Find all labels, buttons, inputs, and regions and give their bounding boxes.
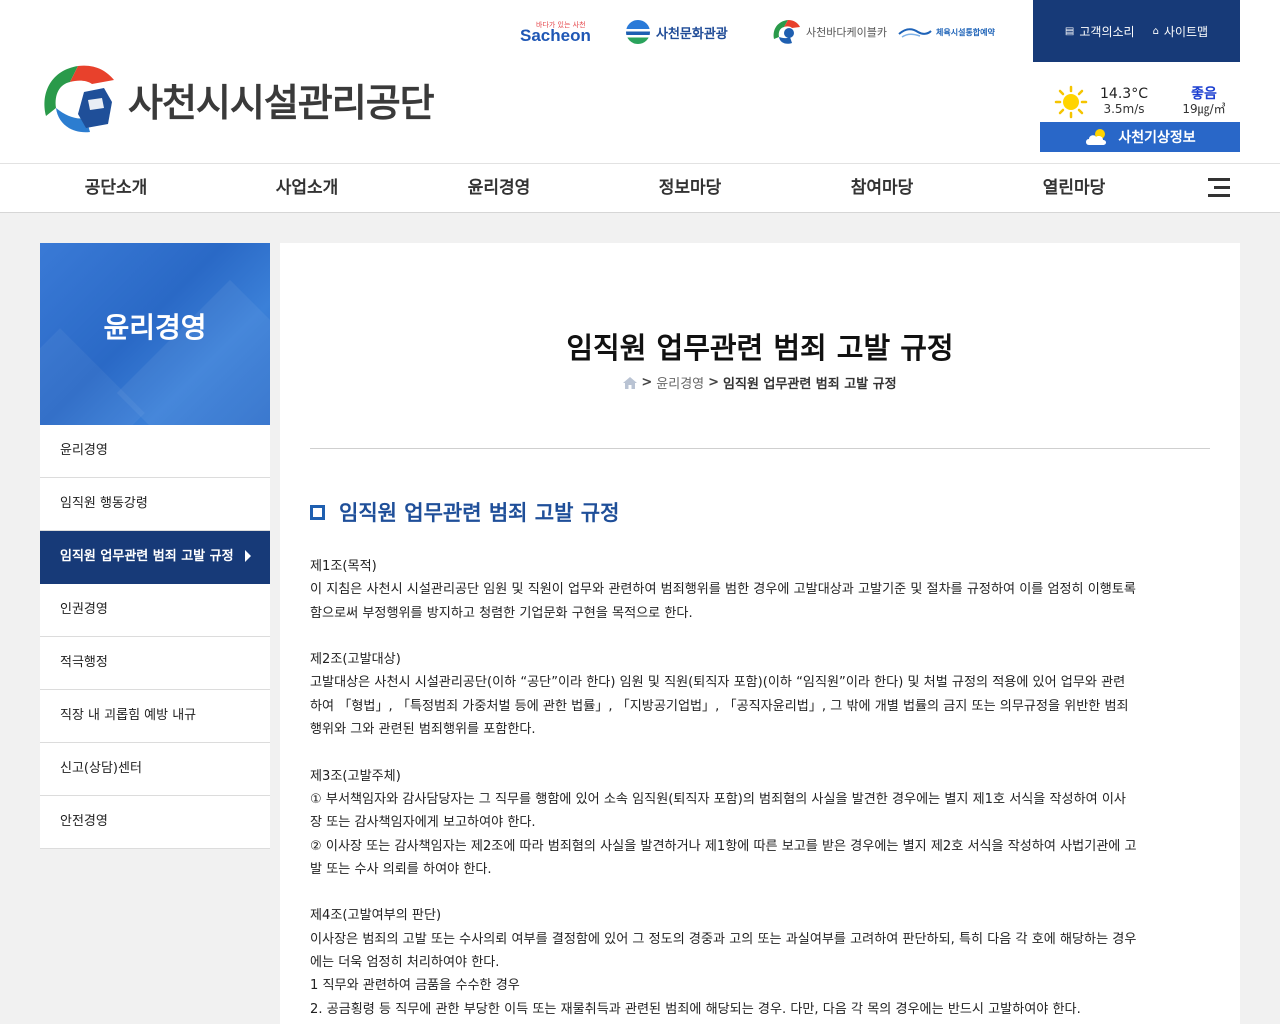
- nav-item-business[interactable]: 사업소개: [227, 164, 387, 212]
- nav-item-about[interactable]: 공단소개: [36, 164, 196, 212]
- section-title: 임직원 업무관련 범죄 고발 규정: [339, 501, 620, 525]
- article-2-line: 고발대상은 사천시 시설관리공단(이하 “공단”이라 한다) 임원 및 직원(퇴…: [310, 675, 1126, 691]
- breadcrumb-parent[interactable]: 윤리경영: [656, 373, 704, 392]
- sitemap-link[interactable]: ⌂ 사이트맵: [1153, 23, 1209, 40]
- wave-icon: [898, 28, 932, 38]
- sidebar-item-safety[interactable]: 안전경영: [40, 796, 270, 849]
- article-1-title: 제1조(목적): [310, 559, 377, 574]
- article-4-line: 에는 더욱 엄정히 처리하여야 한다.: [310, 955, 500, 971]
- sidebar-item-ethics[interactable]: 윤리경영: [40, 425, 270, 478]
- home-icon: ⌂: [1152, 25, 1159, 37]
- sidebar-item-harassment-prevention[interactable]: 직장 내 괴롭힘 예방 내규: [40, 690, 270, 743]
- page-title: 임직원 업무관련 범죄 고발 규정: [566, 331, 954, 365]
- wind-speed: 3.5m/s: [1103, 102, 1145, 116]
- logo-mark-icon: [44, 65, 114, 133]
- article-2-line: 하여 「형법」, 「특정범죄 가중처벌 등에 관한 법률」, 「지방공기업법」,…: [310, 698, 1129, 714]
- sun-icon: [1054, 85, 1088, 119]
- air-quality-value: 19㎍/㎥: [1182, 102, 1226, 116]
- article-3-line: ② 이사장 또는 감사책임자는 제2조에 따라 범죄혐의 사실을 발견하거나 제…: [310, 838, 1137, 854]
- hamburger-menu-icon[interactable]: [1208, 178, 1230, 198]
- sidebar-item-code-of-conduct[interactable]: 임직원 행동강령: [40, 478, 270, 531]
- article-3-line: ① 부서책임자와 감사담당자는 그 직무를 행함에 있어 소속 임직원(퇴직자 …: [310, 791, 1126, 807]
- sidebar-item-label: 임직원 업무관련 범죄 고발 규정: [60, 549, 234, 564]
- sidebar-item-proactive-admin[interactable]: 적극행정: [40, 637, 270, 690]
- nav-item-open[interactable]: 열린마당: [994, 164, 1154, 212]
- caret-right-icon: [245, 550, 251, 562]
- culture-tourism-label: 사천문화관광: [656, 26, 728, 42]
- temperature: 14.3°C: [1100, 86, 1148, 102]
- section-heading: 임직원 업무관련 범죄 고발 규정: [310, 497, 619, 527]
- breadcrumb: > 윤리경영 > 임직원 업무관련 범죄 고발 규정: [280, 373, 1240, 392]
- article-3-line: 발 또는 수사 의뢰를 하여야 한다.: [310, 861, 492, 877]
- family-site-links: 바다가 있는 사천 Sacheon 사천문화관광 사천바다케이블카 체육시설통합…: [520, 14, 1002, 50]
- site-logo[interactable]: 사천시시설관리공단: [40, 62, 435, 136]
- article-4-line: 2. 공금횡령 등 직무에 관한 부당한 이득 또는 재물취득과 관련된 범죄에…: [310, 1001, 1081, 1017]
- weather-info-label: 사천기상정보: [1118, 130, 1196, 146]
- utility-bar: ▤ 고객의소리 ⌂ 사이트맵: [1033, 0, 1240, 62]
- culture-tourism-icon: [626, 20, 650, 44]
- regulation-text: 제1조(목적) 이 지침은 사천시 시설관리공단 임원 및 직원이 업무와 관련…: [310, 555, 1215, 1021]
- document-icon: ▤: [1064, 25, 1075, 37]
- breadcrumb-current: 임직원 업무관련 범죄 고발 규정: [723, 377, 897, 392]
- sports-booking-label: 체육시설통합예약: [936, 27, 995, 37]
- cable-car-link[interactable]: 사천바다케이블카: [770, 14, 898, 50]
- air-quality-grade: 좋음: [1191, 86, 1217, 102]
- sidebar-item-crime-report-rules[interactable]: 임직원 업무관련 범죄 고발 규정: [40, 531, 270, 584]
- weather-info-button[interactable]: 사천기상정보: [1040, 122, 1240, 152]
- article-4-line: 이사장은 범죄의 고발 또는 수사의뢰 여부를 결정함에 있어 그 정도의 경중…: [310, 931, 1137, 947]
- sports-booking-link[interactable]: 체육시설통합예약: [898, 14, 1002, 50]
- article-1-line: 함으로써 부정행위를 방지하고 청렴한 기업문화 구현을 목적으로 한다.: [310, 605, 693, 621]
- weather-widget: 14.3°C 3.5m/s 좋음 19㎍/㎥ 사천기상정보: [1040, 84, 1240, 152]
- breadcrumb-separator: >: [708, 375, 720, 390]
- sidebar-title: 윤리경영: [103, 311, 207, 344]
- main-navigation: 공단소개 사업소개 윤리경영 정보마당 참여마당 열린마당: [0, 163, 1280, 213]
- sidebar-item-human-rights[interactable]: 인권경영: [40, 584, 270, 637]
- square-bullet-icon: [310, 504, 325, 520]
- sitemap-label: 사이트맵: [1163, 24, 1209, 39]
- nav-item-ethics[interactable]: 윤리경영: [419, 164, 579, 212]
- main-content: 임직원 업무관련 범죄 고발 규정 > 윤리경영 > 임직원 업무관련 범죄 고…: [280, 243, 1240, 1024]
- sidebar-item-report-center[interactable]: 신고(상담)센터: [40, 743, 270, 796]
- site-header: 바다가 있는 사천 Sacheon 사천문화관광 사천바다케이블카 체육시설통합…: [0, 0, 1280, 163]
- article-3-title: 제3조(고발주체): [310, 768, 401, 784]
- customer-voice-label: 고객의소리: [1079, 24, 1135, 39]
- sidebar: 윤리경영 윤리경영 임직원 행동강령 임직원 업무관련 범죄 고발 규정 인권경…: [40, 243, 270, 849]
- article-4-title: 제4조(고발여부의 판단): [310, 908, 442, 924]
- logo-text: 사천시시설관리공단: [128, 80, 435, 125]
- breadcrumb-separator: >: [641, 375, 653, 390]
- sidebar-header: 윤리경영: [40, 243, 270, 425]
- article-3-line: 장 또는 감사책임자에게 보고하여야 한다.: [310, 815, 536, 831]
- nav-item-info[interactable]: 정보마당: [610, 164, 770, 212]
- article-4-line: 1 직무와 관련하여 금품을 수수한 경우: [310, 978, 520, 994]
- cable-car-label: 사천바다케이블카: [806, 26, 887, 39]
- sacheon-slogan: 바다가 있는 사천: [536, 21, 586, 29]
- article-2-line: 행위와 그와 관련된 범죄행위를 포함한다.: [310, 722, 536, 738]
- cloud-icon: [1086, 129, 1107, 145]
- culture-tourism-link[interactable]: 사천문화관광: [626, 14, 734, 50]
- cable-car-logo-icon: [773, 20, 800, 44]
- article-1-line: 이 지침은 사천시 시설관리공단 임원 및 직원이 업무와 관련하여 범죄행위를…: [310, 582, 1136, 598]
- home-icon[interactable]: [623, 376, 638, 389]
- title-divider: [310, 448, 1210, 449]
- sidebar-menu: 윤리경영 임직원 행동강령 임직원 업무관련 범죄 고발 규정 인권경영 적극행…: [40, 425, 270, 849]
- nav-item-participation[interactable]: 참여마당: [802, 164, 962, 212]
- customer-voice-link[interactable]: ▤ 고객의소리: [1065, 23, 1135, 40]
- article-2-title: 제2조(고발대상): [310, 652, 401, 668]
- sacheon-city-link[interactable]: 바다가 있는 사천 Sacheon: [520, 14, 600, 50]
